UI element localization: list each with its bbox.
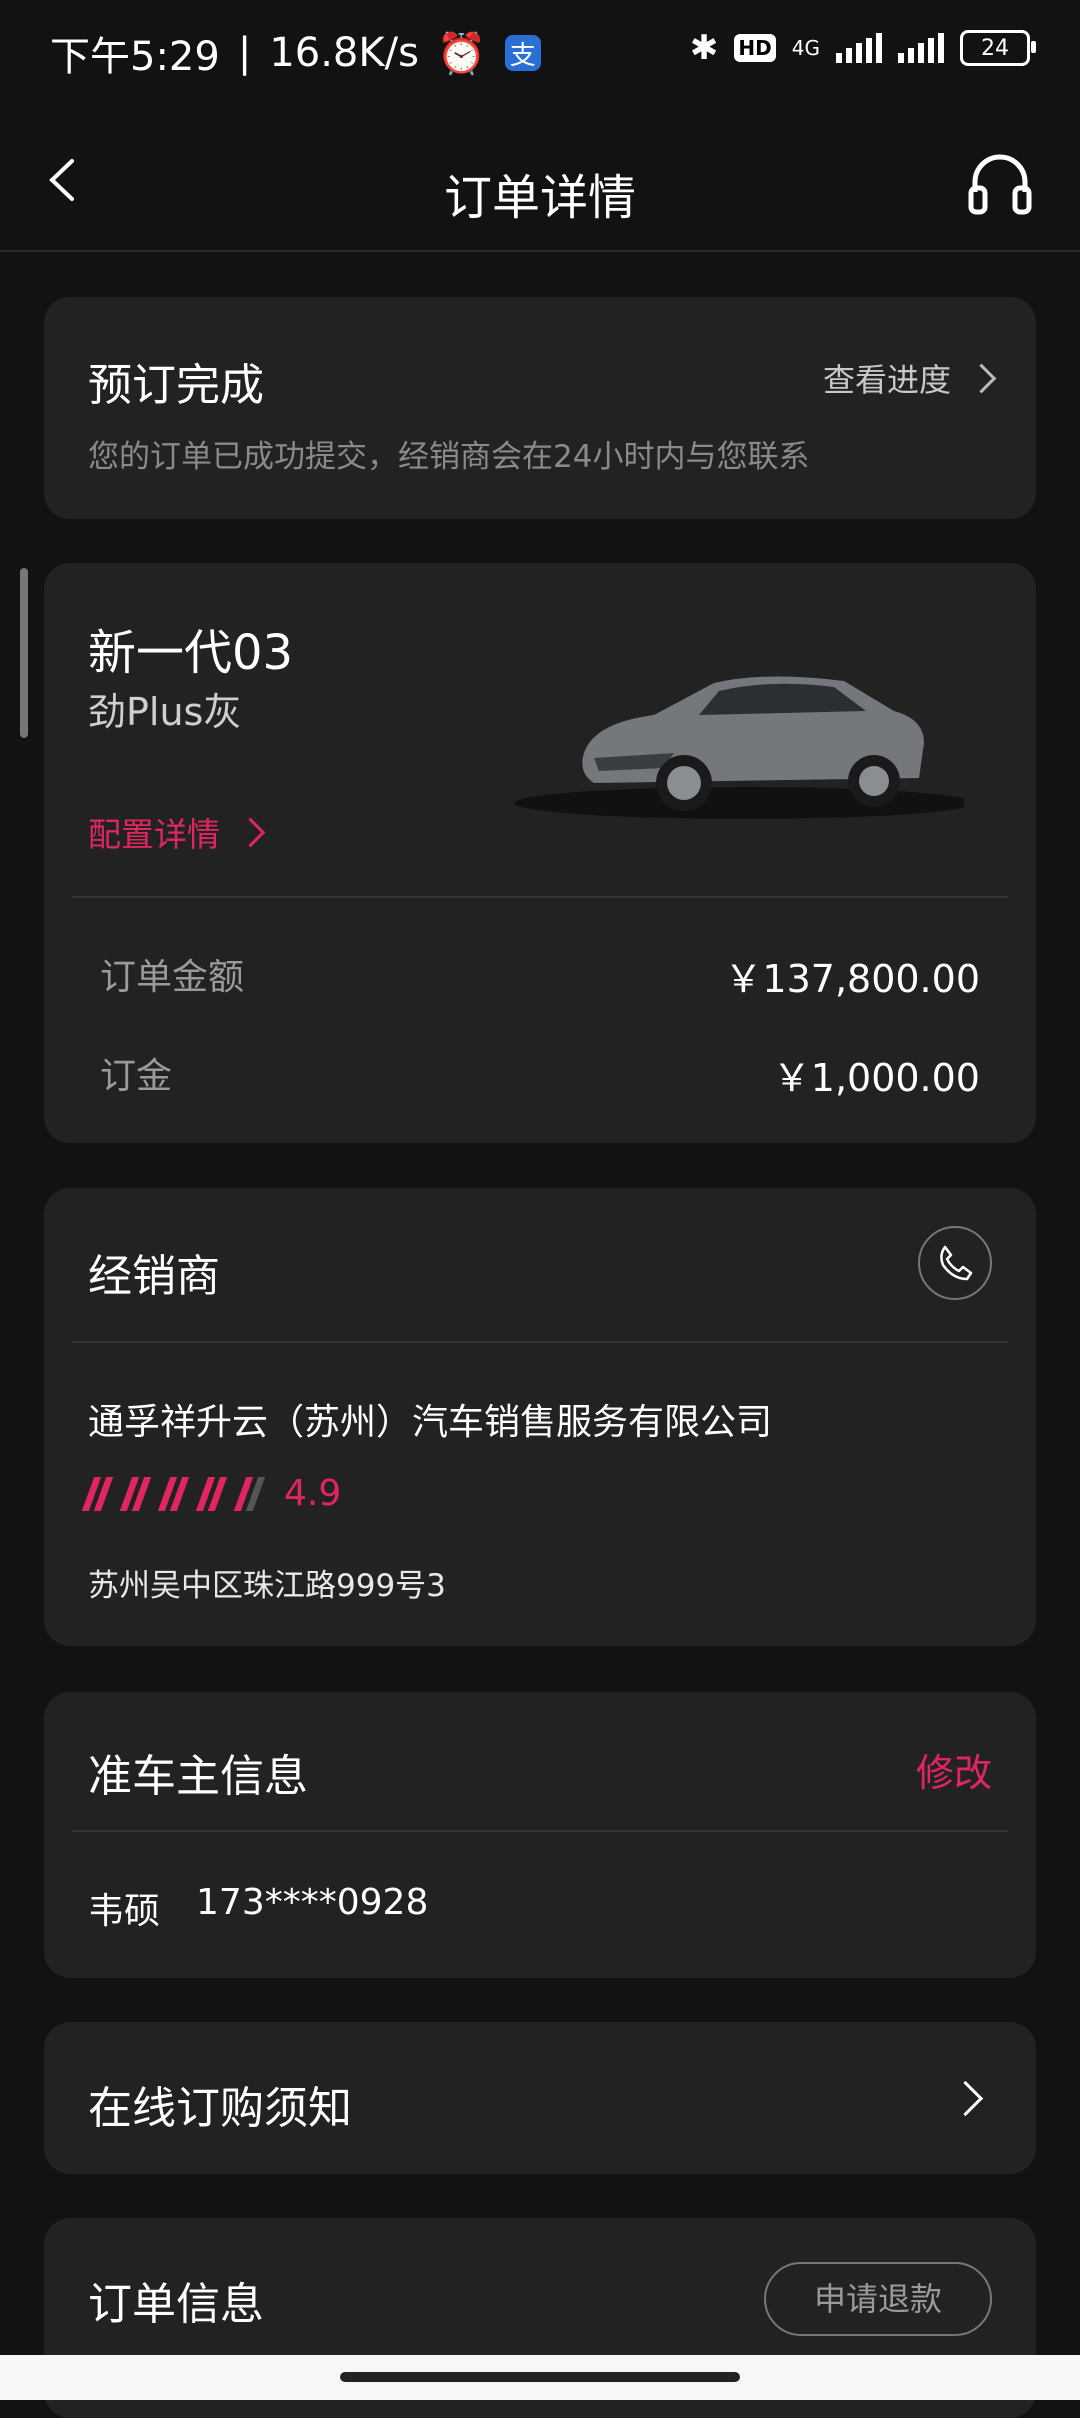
customer-service-icon[interactable]	[965, 150, 1035, 220]
owner-title: 准车主信息	[88, 1751, 308, 1802]
battery-level: 24	[981, 35, 1009, 61]
status-bar: 下午5:29 | 16.8K/s ⏰ 支 ✱ HD 4G 24	[0, 0, 1080, 110]
network-type: 4G	[791, 36, 820, 60]
divider	[72, 1830, 1008, 1832]
deposit-value: ￥1,000.00	[772, 1056, 980, 1100]
hd-badge: HD	[734, 34, 776, 62]
order-info-title: 订单信息	[88, 2279, 264, 2330]
status-left: 下午5:29 | 16.8K/s ⏰ 支	[50, 24, 541, 82]
owner-name: 韦硕	[88, 1891, 161, 1932]
alarm-icon: ⏰	[436, 30, 487, 77]
reservation-card: 预订完成 查看进度 您的订单已成功提交，经销商会在24小时内与您联系	[44, 297, 1036, 519]
status-time: 下午5:29	[50, 34, 220, 80]
chevron-right-icon	[235, 817, 266, 847]
page-title: 订单详情	[443, 170, 636, 226]
call-dealer-button[interactable]	[918, 1226, 992, 1300]
rating-value: 4.9	[284, 1473, 342, 1514]
dealer-card: 经销商 通孚祥升云（苏州）汽车销售服务有限公司 4.9 苏州吴中区珠江路999号…	[44, 1188, 1036, 1646]
car-card: 新一代03 劲Plus灰 配置详情 订单金额 ￥137,800.00 订金 ￥1…	[44, 563, 1036, 1143]
car-model: 新一代03	[88, 625, 294, 681]
edit-owner-button[interactable]: 修改	[916, 1742, 992, 1797]
app-header: 订单详情	[0, 110, 1080, 252]
dealer-rating: 4.9	[81, 1473, 342, 1514]
config-details-label: 配置详情	[88, 815, 220, 854]
reservation-title: 预订完成	[88, 360, 264, 411]
phone-icon	[940, 1245, 973, 1281]
status-separator: |	[237, 30, 252, 76]
bluetooth-icon: ✱	[689, 28, 719, 68]
purchase-notice-row[interactable]: 在线订购须知	[44, 2022, 1036, 2174]
dealer-title: 经销商	[88, 1251, 220, 1302]
status-right: ✱ HD 4G 24	[689, 28, 1036, 68]
view-progress-link[interactable]: 查看进度	[822, 355, 997, 401]
owner-phone: 173****0928	[196, 1882, 429, 1923]
owner-card: 准车主信息 修改 韦硕 173****0928	[44, 1692, 1036, 1978]
config-details-link[interactable]: 配置详情	[88, 808, 266, 856]
car-image	[514, 653, 974, 823]
notice-title: 在线订购须知	[88, 2083, 352, 2134]
car-color: 劲Plus灰	[88, 690, 242, 734]
signal-icon	[836, 33, 882, 63]
refund-button[interactable]: 申请退款	[764, 2262, 992, 2336]
order-amount-label: 订单金额	[100, 957, 245, 998]
order-amount-value: ￥137,800.00	[724, 957, 980, 1001]
owner-contact: 韦硕 173****0928	[88, 1882, 428, 1934]
status-net-speed: 16.8K/s	[269, 30, 419, 76]
chevron-right-icon	[947, 2080, 984, 2117]
signal-icon-2	[898, 33, 944, 63]
divider	[72, 896, 1008, 898]
dealer-address: 苏州吴中区珠江路999号3	[88, 1568, 446, 1604]
alipay-icon: 支	[504, 35, 541, 71]
home-indicator[interactable]	[340, 2372, 740, 2382]
deposit-label: 订金	[100, 1056, 173, 1097]
view-progress-label: 查看进度	[822, 361, 951, 399]
dealer-name: 通孚祥升云（苏州）汽车销售服务有限公司	[88, 1402, 773, 1443]
reservation-subtitle: 您的订单已成功提交，经销商会在24小时内与您联系	[88, 439, 810, 475]
chevron-right-icon	[966, 363, 997, 393]
scroll-indicator[interactable]	[20, 568, 28, 738]
divider	[72, 1341, 1008, 1343]
rating-stars-icon	[81, 1476, 266, 1511]
battery-icon: 24	[960, 30, 1036, 66]
